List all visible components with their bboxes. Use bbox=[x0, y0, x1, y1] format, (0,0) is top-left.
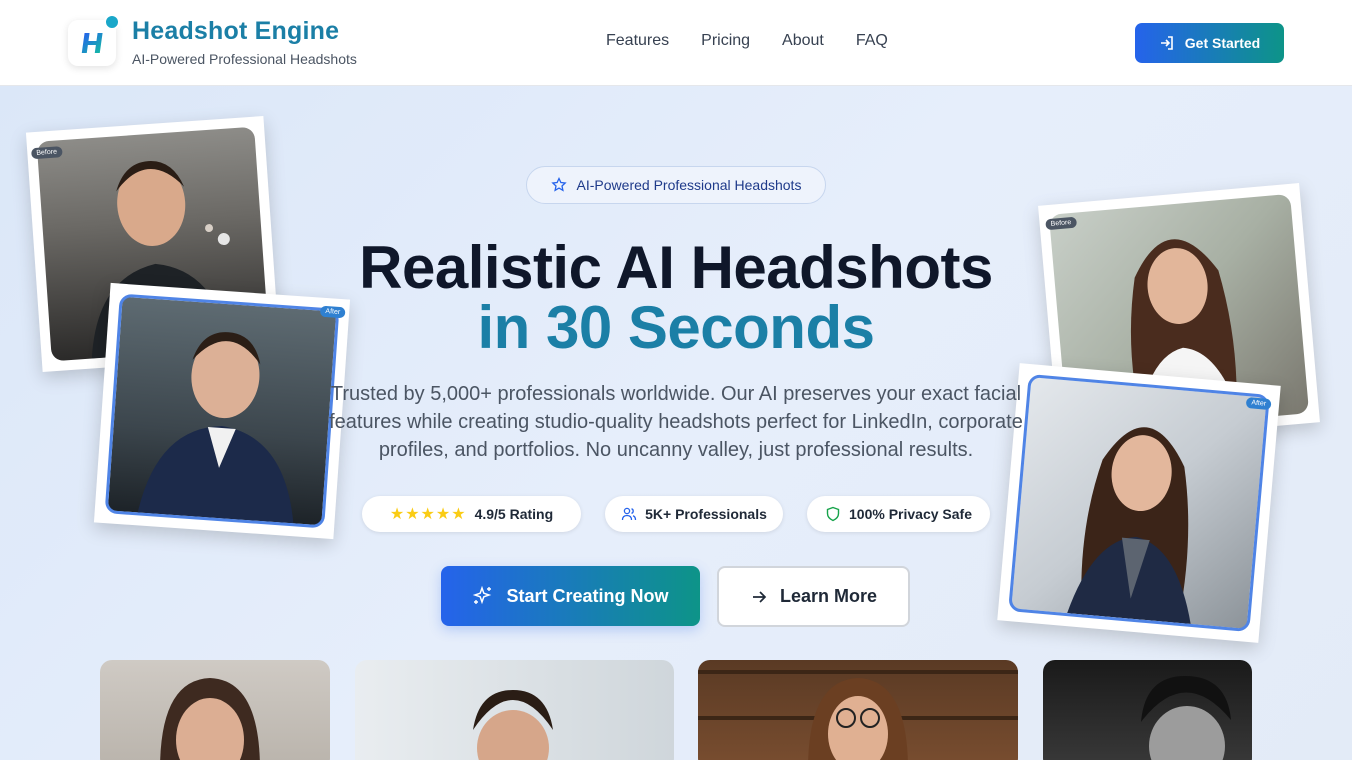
start-creating-label: Start Creating Now bbox=[506, 585, 669, 606]
learn-more-label: Learn More bbox=[779, 586, 878, 606]
users-icon bbox=[621, 507, 637, 521]
start-creating-button[interactable]: Start Creating Now bbox=[441, 566, 700, 626]
brand-title[interactable]: Headshot Engine bbox=[132, 17, 339, 46]
get-started-button[interactable]: Get Started bbox=[1135, 23, 1284, 63]
rating-pill: ★★★★★ 4.9/5 Rating bbox=[362, 496, 581, 532]
hero-description: Trusted by 5,000+ professionals worldwid… bbox=[329, 383, 1023, 461]
headline-line-1: Realistic AI Headshots bbox=[359, 234, 993, 301]
man-bw-headshot-thumb bbox=[1141, 676, 1231, 760]
nav-about[interactable]: About bbox=[782, 32, 824, 50]
nav-features[interactable]: Features bbox=[606, 32, 669, 50]
ai-badge: AI-Powered Professional Headshots bbox=[526, 166, 826, 204]
gallery-thumb-1[interactable] bbox=[100, 660, 330, 760]
hero-section: Before After Before After AI-Powered Pro… bbox=[0, 86, 1352, 760]
woman-glasses-thumb bbox=[698, 670, 1018, 760]
man-headshot-thumb bbox=[473, 690, 553, 760]
rating-label: 4.9/5 Rating bbox=[474, 506, 554, 522]
shield-icon bbox=[826, 506, 840, 522]
brand-subtitle: AI-Powered Professional Headshots bbox=[132, 51, 357, 67]
h-logo-icon bbox=[81, 33, 103, 53]
learn-more-button[interactable]: Learn More bbox=[717, 566, 910, 627]
star-outline-icon bbox=[550, 177, 567, 192]
headline-line-2: in 30 Seconds bbox=[477, 294, 875, 361]
privacy-pill: 100% Privacy Safe bbox=[807, 496, 990, 532]
after-photo-woman bbox=[1008, 373, 1270, 633]
woman-headshot-thumb bbox=[160, 678, 260, 760]
after-photo-card-right: After bbox=[997, 363, 1281, 643]
main-nav: Features Pricing About FAQ bbox=[606, 32, 888, 50]
sparkles-icon bbox=[473, 585, 492, 605]
woman-blazer-illustration bbox=[1067, 427, 1191, 624]
logo-dot bbox=[104, 14, 120, 30]
before-tag: Before bbox=[31, 146, 63, 160]
badge-label: AI-Powered Professional Headshots bbox=[576, 177, 802, 193]
nav-pricing[interactable]: Pricing bbox=[701, 32, 750, 50]
gallery-thumb-3[interactable] bbox=[698, 660, 1018, 760]
nav-faq[interactable]: FAQ bbox=[856, 32, 888, 50]
professionals-pill: 5K+ Professionals bbox=[605, 496, 783, 532]
gallery-thumb-4[interactable] bbox=[1043, 660, 1252, 760]
star-rating-icon: ★★★★★ bbox=[389, 506, 467, 523]
get-started-label: Get Started bbox=[1184, 35, 1261, 51]
arrow-right-icon bbox=[752, 590, 767, 603]
sign-in-icon bbox=[1160, 36, 1173, 50]
after-tag: After bbox=[1245, 396, 1272, 411]
privacy-label: 100% Privacy Safe bbox=[849, 506, 972, 522]
gallery-thumb-2[interactable] bbox=[355, 660, 674, 760]
professionals-label: 5K+ Professionals bbox=[645, 506, 767, 522]
site-header: Headshot Engine AI-Powered Professional … bbox=[0, 0, 1352, 86]
